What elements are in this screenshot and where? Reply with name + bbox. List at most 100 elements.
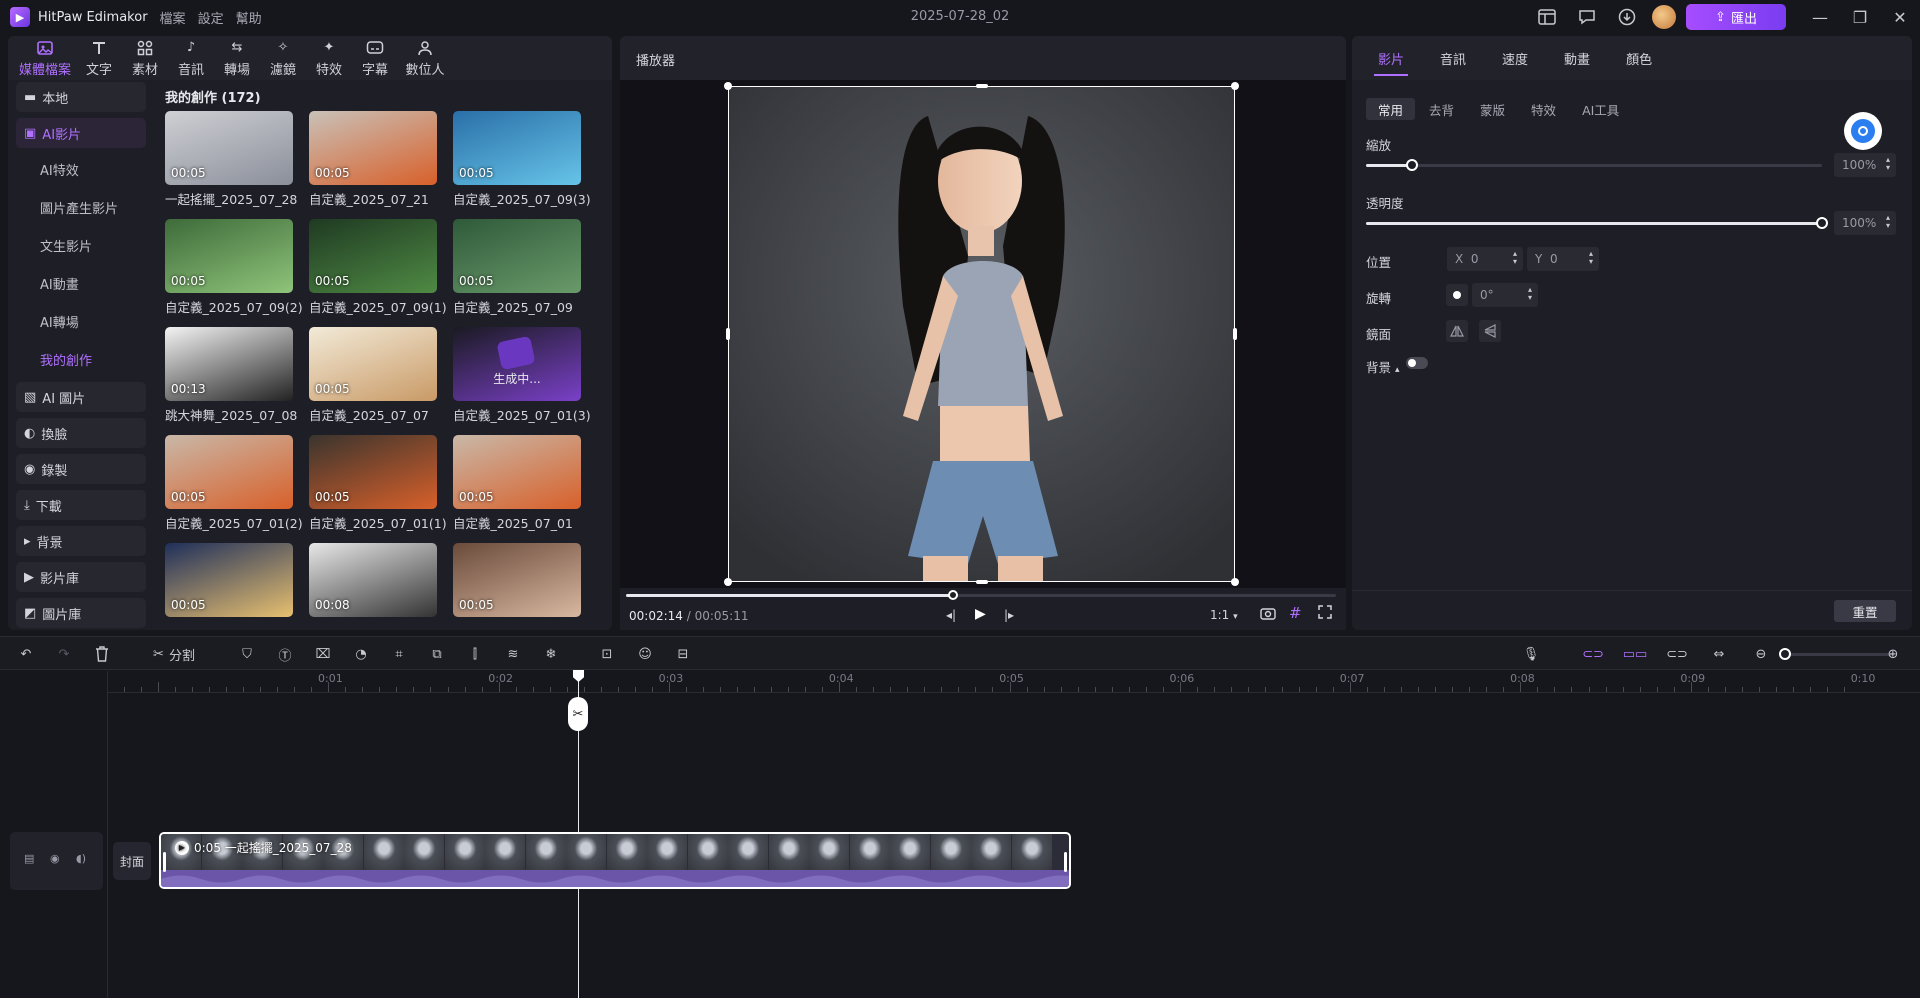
gallery-item-thumbnail[interactable]: 00:05 [453,219,581,293]
opacity-slider-knob[interactable] [1816,217,1828,229]
resize-handle-br[interactable] [1231,578,1239,586]
subtab-remove-bg[interactable]: 去背 [1417,98,1466,120]
gallery-item-thumbnail[interactable]: 00:05 [309,111,437,185]
fullscreen-icon[interactable] [1318,605,1332,619]
grid-icon[interactable]: # [1289,604,1302,622]
position-y-input[interactable]: Y 0 ▴ ▾ [1527,247,1599,271]
sidebar-item-face-swap[interactable]: ◐ 換臉 [16,418,146,448]
gallery-item-thumbnail[interactable]: 00:05 [453,111,581,185]
freeze-icon[interactable]: ❄ [540,644,562,664]
tab-text[interactable]: 文字 [76,36,122,80]
visibility-icon[interactable]: ◉ [50,852,60,865]
link-icon[interactable]: ⊂⊃ [1582,644,1604,664]
sidebar-item-ai-video[interactable]: ▣ AI影片 [16,118,146,148]
tab-transition[interactable]: ⇆ 轉場 [214,36,260,80]
resize-icon[interactable]: ⧉ [426,644,448,664]
sidebar-item-background[interactable]: ▸ 背景 [16,526,146,556]
gallery-item-thumbnail[interactable]: 00:05 [453,435,581,509]
opacity-input[interactable]: 100% ▴ ▾ [1834,211,1896,235]
subtab-common[interactable]: 常用 [1366,98,1416,120]
unlink-icon[interactable]: ⊂⊃ [1666,644,1688,664]
tab-digital-human[interactable]: 數位人 [398,36,452,80]
subtab-effects[interactable]: 特效 [1519,98,1568,120]
delete-icon[interactable] [91,644,113,664]
sidebar-sub-image-to-video[interactable]: 圖片產生影片 [16,192,146,222]
player-scrubber-knob[interactable] [947,590,958,600]
undo-icon[interactable]: ↶ [15,644,37,664]
flip-vertical-icon[interactable] [1479,320,1501,342]
download-icon[interactable] [1612,0,1642,34]
lock-track-icon[interactable]: ▤ [24,852,34,865]
clip-trim-right-handle[interactable] [1064,852,1067,872]
sidebar-sub-ai-animation[interactable]: AI動畫 [16,268,146,298]
gallery-item-thumbnail[interactable]: 00:05 [453,543,581,617]
export-frame-icon[interactable]: ⊟ [672,644,694,664]
scale-input[interactable]: 100% ▴ ▾ [1834,153,1896,177]
tab-audio-props[interactable]: 音訊 [1422,36,1484,80]
text-box-icon[interactable]: Ⓣ [274,644,296,664]
sidebar-item-ai-image[interactable]: ▧ AI 圖片 [16,382,146,412]
resize-handle-top[interactable] [976,84,988,88]
play-icon[interactable]: ▶ [975,606,986,622]
gallery-item-thumbnail[interactable]: 00:05 [165,219,293,293]
user-avatar[interactable] [1652,5,1676,29]
split-button[interactable]: ✂ 分割 [146,644,202,664]
gallery-item-thumbnail[interactable]: 00:13 [165,327,293,401]
auto-subtitle-icon[interactable]: ⊡ [596,644,618,664]
close-icon[interactable]: ✕ [1880,0,1920,34]
zoom-slider-knob[interactable] [1779,648,1791,660]
next-frame-icon[interactable]: |▸ [1004,608,1014,622]
trim-icon[interactable]: ⌧ [312,644,334,664]
face-icon[interactable]: ☺ [634,644,656,664]
resize-handle-tr[interactable] [1231,82,1239,90]
gallery-item-thumbnail[interactable]: 00:05 [309,327,437,401]
redo-icon[interactable]: ↷ [53,644,75,664]
sidebar-sub-ai-effects[interactable]: AI特效 [16,154,146,184]
mirror-icon[interactable]: ⫿ [464,644,486,664]
restore-icon[interactable]: ❐ [1840,0,1880,34]
subtab-mask[interactable]: 蒙版 [1468,98,1517,120]
gallery-item-thumbnail[interactable]: 00:08 [309,543,437,617]
gallery-item-thumbnail[interactable]: 00:05 [165,435,293,509]
crop-icon[interactable]: ⌗ [388,644,410,664]
zoom-in-icon[interactable]: ⊕ [1882,644,1904,664]
menu-help[interactable]: 幫助 [236,8,262,27]
tab-media-files[interactable]: 媒體檔案 [14,36,76,80]
reset-button[interactable]: 重置 [1834,600,1896,622]
snap-icon[interactable]: ▭▭ [1623,644,1648,664]
tab-color[interactable]: 顏色 [1608,36,1670,80]
sidebar-sub-text-to-video[interactable]: 文生影片 [16,230,146,260]
sidebar-item-record[interactable]: ◉ 錄製 [16,454,146,484]
subtab-ai-tools[interactable]: AI工具 [1570,98,1631,120]
resize-handle-right[interactable] [1233,328,1237,340]
microphone-icon[interactable]: 🎙 [1520,644,1542,664]
resize-handle-tl[interactable] [724,82,732,90]
tab-animation[interactable]: 動畫 [1546,36,1608,80]
sidebar-sub-my-creations[interactable]: 我的創作 [16,344,146,374]
export-button[interactable]: ⇪ 匯出 [1686,4,1786,30]
tab-filter[interactable]: ✧ 濾鏡 [260,36,306,80]
align-icon[interactable]: ≋ [502,644,524,664]
gallery-item-thumbnail[interactable]: 00:05 [309,435,437,509]
tab-effects[interactable]: ✦ 特效 [306,36,352,80]
gallery-item-thumbnail[interactable]: 00:05 [165,543,293,617]
marker-icon[interactable]: ⛉ [236,644,258,664]
mute-icon[interactable]: ◖) [76,852,86,865]
timeline-ruler[interactable]: 0:01 0:02 0:03 0:04 0:05 0:06 0:07 0:08 0:09 0:10 [108,671,1920,693]
prev-frame-icon[interactable]: ◂| [946,608,956,622]
tab-assets[interactable]: 素材 [122,36,168,80]
resize-handle-bottom[interactable] [976,580,988,584]
resize-handle-left[interactable] [726,328,730,340]
tab-audio[interactable]: ♪ 音訊 [168,36,214,80]
menu-settings[interactable]: 設定 [198,8,224,27]
minimize-icon[interactable]: — [1800,0,1840,34]
feedback-icon[interactable] [1572,0,1602,34]
resize-handle-bl[interactable] [724,578,732,586]
rotate-dial-icon[interactable] [1446,284,1468,306]
sidebar-item-download[interactable]: ⤓ 下載 [16,490,146,520]
sidebar-item-local[interactable]: ▬ 本地 [16,82,146,112]
gallery-item-thumbnail[interactable]: 00:05 [309,219,437,293]
menu-file[interactable]: 檔案 [160,8,186,27]
aspect-ratio-select[interactable]: 1:1 ▾ [1210,608,1238,622]
background-toggle[interactable] [1406,357,1428,369]
